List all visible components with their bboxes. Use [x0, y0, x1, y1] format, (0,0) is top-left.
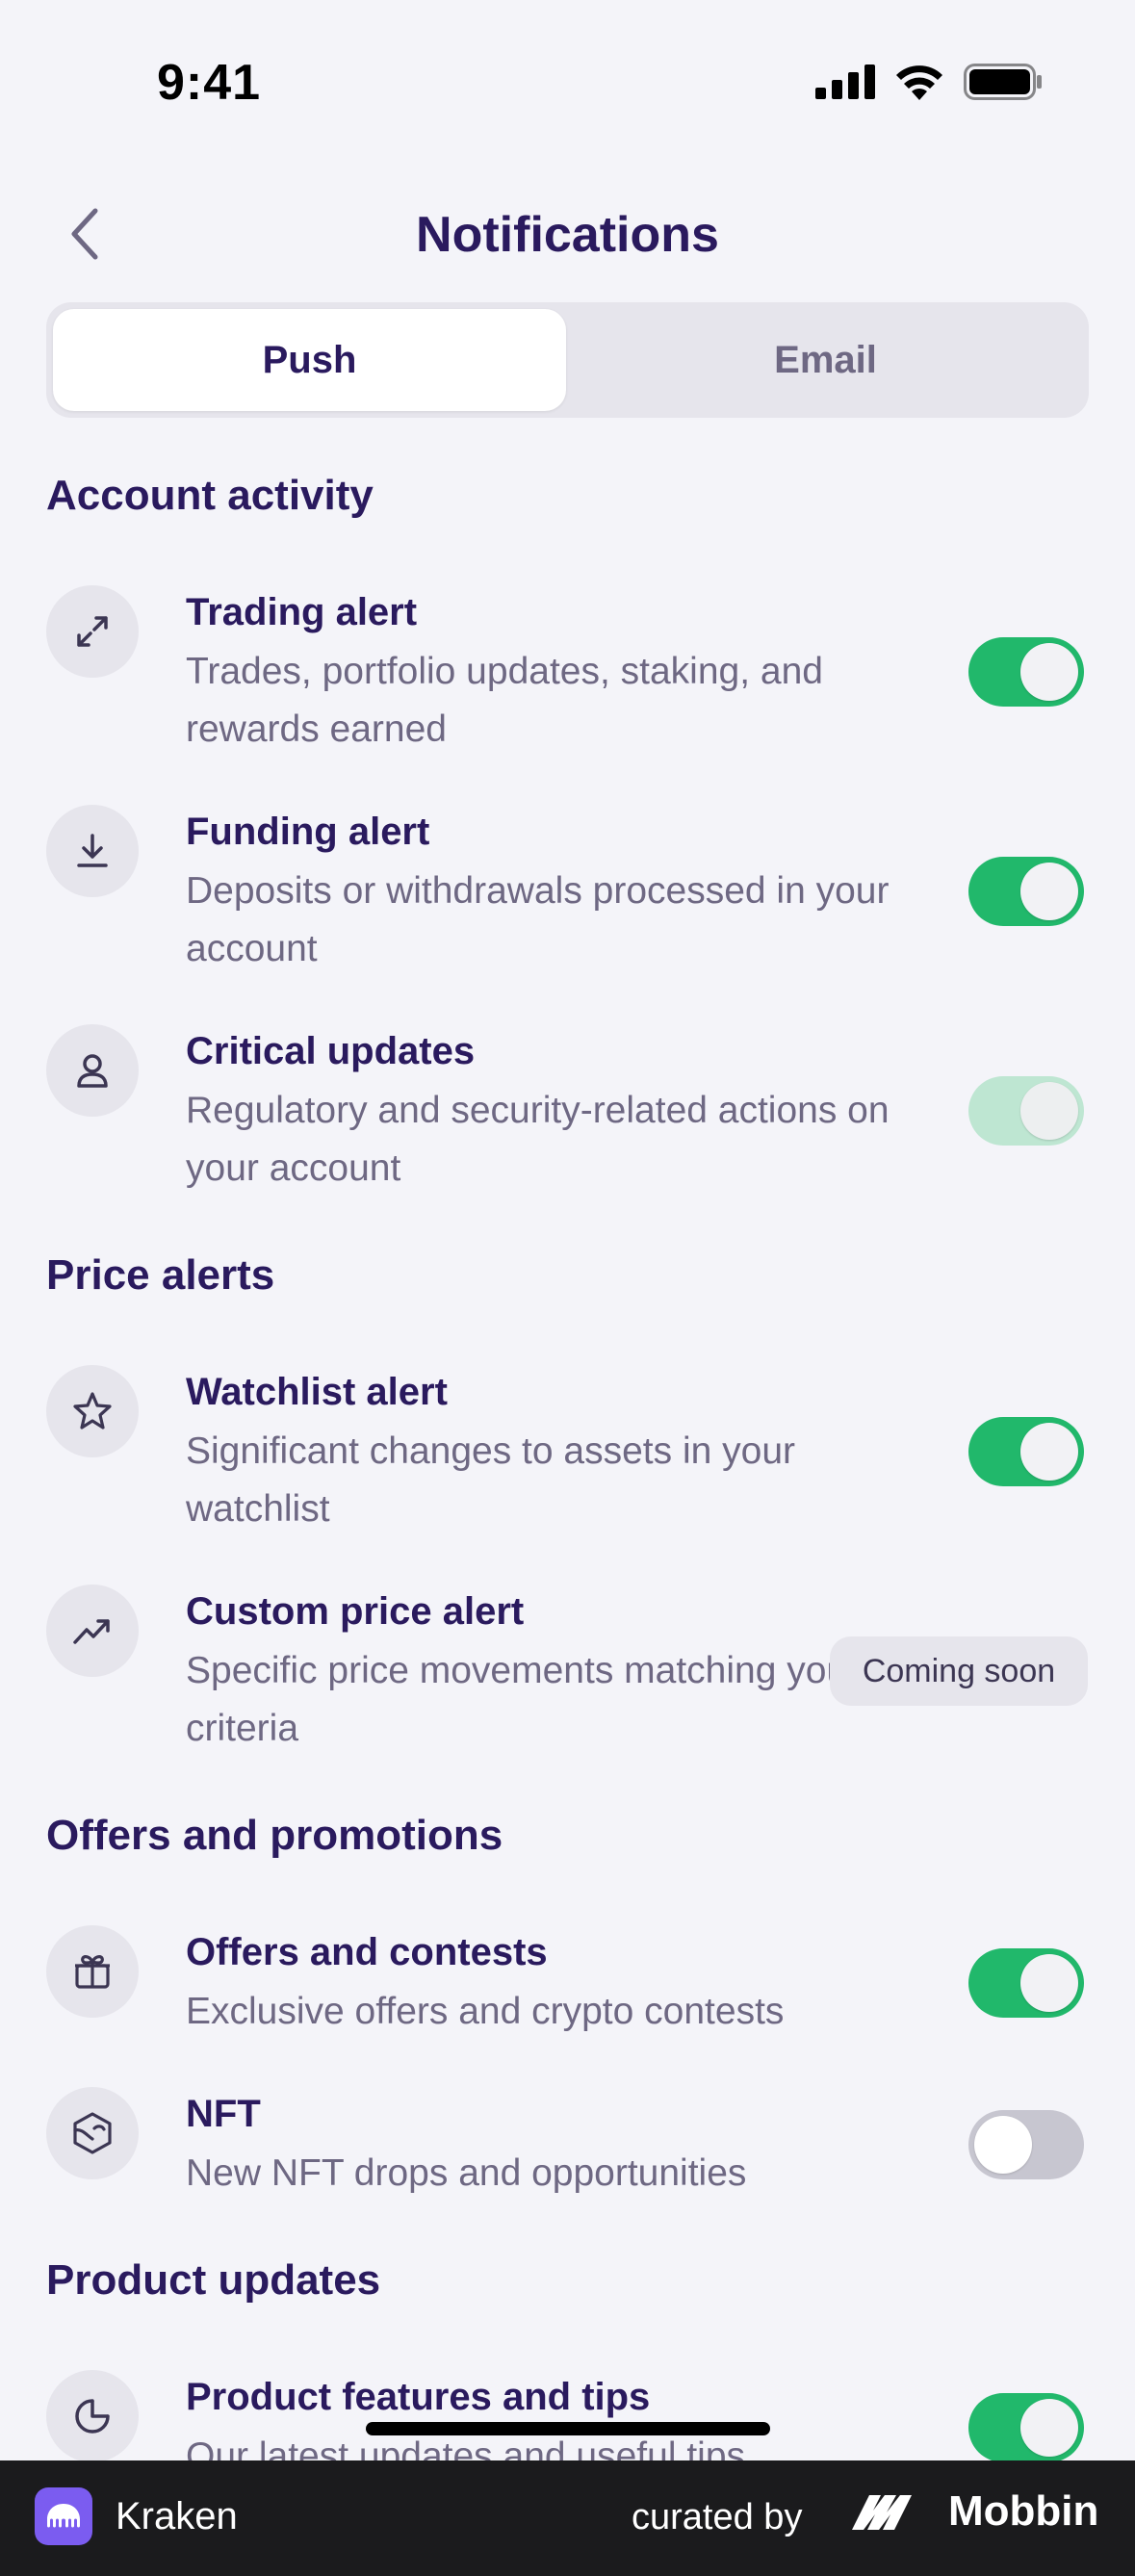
toggle-knob	[1020, 1954, 1078, 2012]
row-description: Regulatory and security-related actions …	[186, 1090, 890, 1189]
row-title: Funding alert	[186, 811, 430, 853]
swap-arrows-icon	[46, 585, 139, 678]
mobbin-label: Mobbin	[948, 2487, 1099, 2535]
row-title: Watchlist alert	[186, 1371, 448, 1413]
row-title: Product features and tips	[186, 2376, 651, 2418]
row-title: Trading alert	[186, 591, 418, 633]
section-title-account-activity: Account activity	[46, 472, 374, 519]
row-description: Exclusive offers and crypto contests	[186, 1991, 785, 2032]
section-title-price-alerts: Price alerts	[46, 1251, 275, 1299]
row-description: New NFT drops and opportunities	[186, 2152, 747, 2194]
trending-up-icon	[46, 1584, 139, 1677]
row-description: Deposits or withdrawals processed in you…	[186, 870, 890, 969]
kraken-logo-icon	[35, 2487, 92, 2545]
row-title: Custom price alert	[186, 1590, 525, 1633]
status-icons	[815, 64, 1043, 100]
footer-app-name: Kraken	[116, 2495, 238, 2537]
row-title: Critical updates	[186, 1030, 476, 1072]
toggle-knob	[1020, 1423, 1078, 1481]
row-description: Trades, portfolio updates, staking, and …	[186, 651, 823, 750]
watchlist-alert-toggle[interactable]	[968, 1417, 1084, 1486]
wifi-icon	[896, 65, 942, 100]
offers-contests-toggle[interactable]	[968, 1948, 1084, 2018]
nav-header: Notifications	[0, 183, 1135, 289]
nft-icon	[46, 2087, 139, 2179]
footer-curated-by: curated by	[632, 2497, 803, 2537]
product-features-toggle[interactable]	[968, 2393, 1084, 2460]
toggle-knob	[1020, 1082, 1078, 1140]
mobbin-brand: Mobbin	[852, 2487, 1098, 2536]
row-description: Significant changes to assets in your wa…	[186, 1430, 796, 1530]
nft-toggle[interactable]	[968, 2110, 1084, 2179]
row-title: NFT	[186, 2093, 261, 2135]
toggle-knob	[1020, 2399, 1078, 2457]
section-title-offers-promotions: Offers and promotions	[46, 1812, 503, 1859]
notification-row-product-features: Product features and tips Our latest upd…	[0, 2370, 1135, 2460]
trading-alert-toggle[interactable]	[968, 637, 1084, 707]
tab-email[interactable]: Email	[569, 309, 1082, 411]
coming-soon-badge: Coming soon	[830, 1636, 1088, 1706]
pie-chart-icon	[46, 2370, 139, 2460]
battery-icon	[964, 64, 1042, 100]
gift-icon	[46, 1925, 139, 2018]
toggle-knob	[1020, 643, 1078, 701]
tab-push[interactable]: Push	[53, 309, 566, 411]
row-description: Specific price movements matching your c…	[186, 1650, 861, 1749]
row-title: Offers and contests	[186, 1931, 548, 1973]
status-bar: 9:41	[0, 0, 1135, 164]
footer-banner: Kraken curated by Mobbin	[0, 2460, 1135, 2576]
status-time: 9:41	[157, 55, 262, 111]
page-title: Notifications	[416, 207, 719, 263]
toggle-knob	[974, 2116, 1032, 2174]
home-indicator	[366, 2422, 770, 2435]
star-icon	[46, 1365, 139, 1457]
download-icon	[46, 805, 139, 897]
toggle-knob	[1020, 863, 1078, 920]
channel-tabs: Push Email	[46, 302, 1089, 418]
section-title-product-updates: Product updates	[46, 2256, 381, 2304]
mobbin-logo-icon	[852, 2495, 912, 2530]
critical-updates-toggle	[968, 1076, 1084, 1146]
funding-alert-toggle[interactable]	[968, 857, 1084, 926]
user-icon	[46, 1024, 139, 1117]
cellular-signal-icon	[815, 64, 875, 99]
